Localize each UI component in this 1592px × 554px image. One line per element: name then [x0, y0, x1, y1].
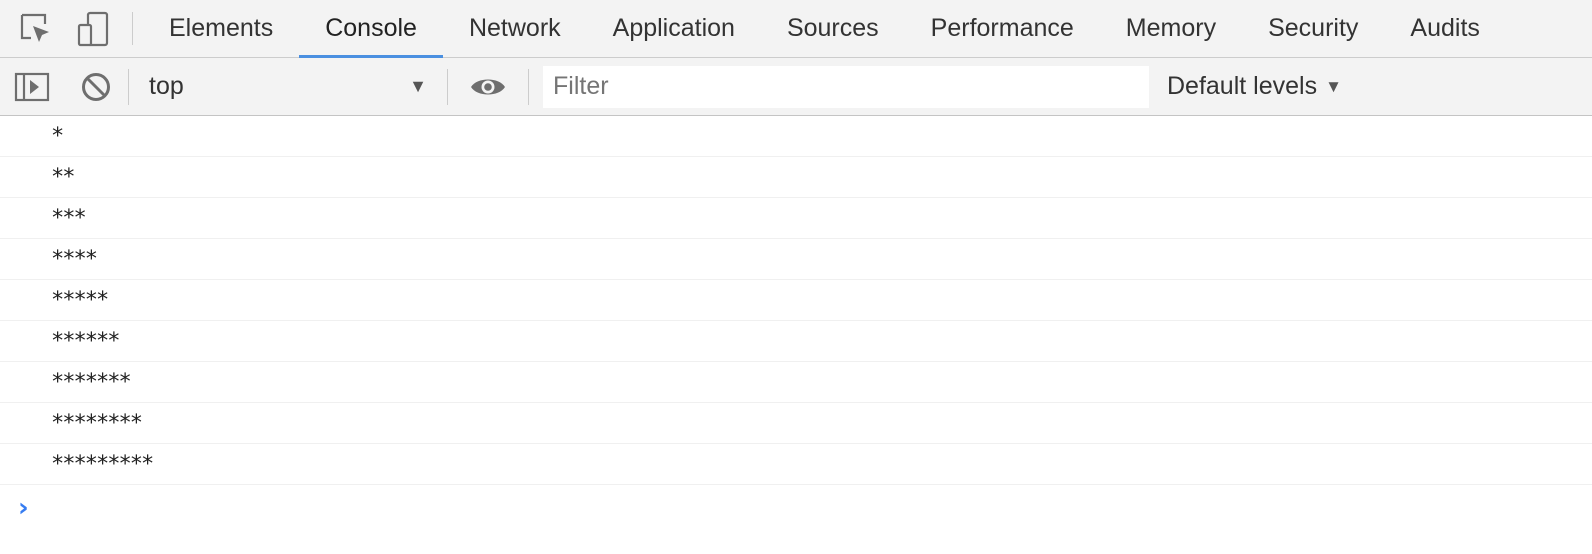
console-prompt[interactable]: › [0, 485, 1592, 531]
console-message: ***** [0, 280, 1592, 321]
clear-console-icon [82, 72, 110, 101]
message-text: ******* [51, 369, 132, 395]
message-text: ******** [51, 410, 143, 436]
console-toolbar: top ▼ Default levels ▼ [0, 58, 1592, 116]
context-value: top [149, 72, 184, 100]
filter-input[interactable] [543, 65, 1149, 108]
tab-label: Memory [1125, 14, 1217, 42]
device-toolbar-icon [77, 11, 109, 46]
console-message: * [0, 116, 1592, 157]
message-text: ** [51, 164, 75, 190]
tab-elements[interactable]: Elements [143, 0, 299, 57]
dropdown-caret-icon: ▼ [1325, 76, 1342, 96]
tab-label: Network [468, 14, 561, 42]
tab-console[interactable]: Console [299, 0, 443, 58]
filter-box [543, 65, 1149, 108]
message-text: **** [51, 246, 98, 272]
tabbar-separator [132, 12, 133, 45]
console-message: ******** [0, 403, 1592, 444]
show-sidebar-icon [14, 72, 50, 101]
message-text: ********* [51, 451, 154, 477]
tab-label: Audits [1410, 14, 1480, 42]
tab-label: Security [1268, 14, 1359, 42]
tab-performance[interactable]: Performance [905, 0, 1100, 57]
log-levels-dropdown[interactable]: Default levels ▼ [1167, 72, 1342, 101]
inspect-element-icon [20, 13, 49, 42]
message-text: *** [51, 205, 87, 231]
tab-application[interactable]: Application [587, 0, 761, 57]
console-message: ******* [0, 362, 1592, 403]
dropdown-caret-icon: ▼ [409, 76, 427, 96]
message-text: ****** [51, 328, 120, 354]
tab-label: Console [325, 14, 417, 42]
console-message: **** [0, 239, 1592, 280]
console-messages: * ** *** **** ***** ****** ******* *****… [0, 116, 1592, 531]
log-levels-label: Default levels [1167, 72, 1318, 100]
console-message: ** [0, 157, 1592, 198]
console-message: ********* [0, 444, 1592, 485]
live-expression-button[interactable] [448, 58, 528, 116]
tab-sources[interactable]: Sources [761, 0, 905, 57]
tab-label: Application [612, 14, 735, 42]
tab-security[interactable]: Security [1242, 0, 1384, 57]
message-text: ***** [51, 287, 109, 313]
tab-label: Elements [169, 14, 274, 42]
tab-memory[interactable]: Memory [1100, 0, 1242, 57]
clear-console-button[interactable] [64, 58, 128, 116]
live-expression-eye-icon [471, 79, 505, 94]
console-message: *** [0, 198, 1592, 239]
tab-audits[interactable]: Audits [1384, 0, 1505, 57]
context-selector[interactable]: top ▼ [129, 58, 447, 116]
message-text: * [51, 123, 64, 149]
devtools-panel: Elements Console Network Application Sou… [0, 0, 1592, 554]
panel-tabs: Elements Console Network Application Sou… [143, 0, 1506, 58]
tab-bar: Elements Console Network Application Sou… [0, 0, 1592, 58]
device-toolbar-button[interactable] [64, 0, 122, 57]
tab-network[interactable]: Network [443, 0, 587, 57]
show-sidebar-button[interactable] [0, 58, 64, 116]
console-prompt-chevron-icon: › [18, 493, 29, 523]
tab-label: Sources [786, 14, 879, 42]
tab-label: Performance [930, 14, 1074, 42]
toolbar-separator [528, 68, 529, 105]
inspect-button[interactable] [0, 0, 64, 57]
console-message: ****** [0, 321, 1592, 362]
